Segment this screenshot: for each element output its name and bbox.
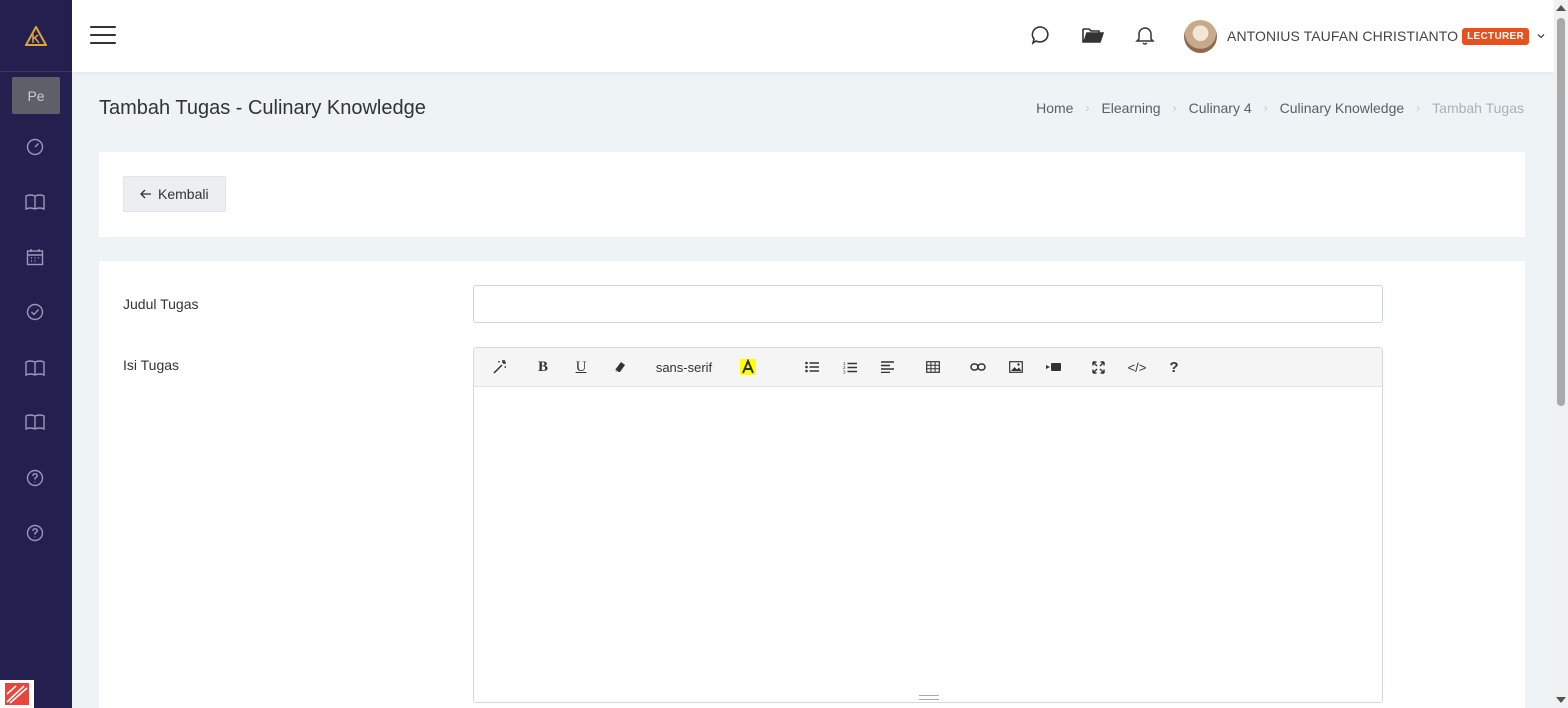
chevron-right-icon: › <box>1085 101 1090 115</box>
help-icon[interactable] <box>24 467 46 489</box>
sidebar: Pe <box>0 0 72 708</box>
font-family-select[interactable]: sans-serif <box>654 356 714 378</box>
editor-toolbar: B U sans-serif 123 </> ? <box>474 348 1382 387</box>
link-icon[interactable] <box>968 356 988 378</box>
fullscreen-icon[interactable] <box>1088 356 1108 378</box>
chevron-down-icon[interactable] <box>1537 32 1545 40</box>
scroll-down-icon[interactable] <box>1556 697 1566 703</box>
actions-card: Kembali <box>99 152 1525 237</box>
check-circle-icon[interactable] <box>24 301 46 323</box>
align-icon[interactable] <box>878 356 898 378</box>
book-icon[interactable] <box>24 357 46 379</box>
eraser-icon[interactable] <box>611 356 629 378</box>
magic-icon[interactable] <box>490 356 510 378</box>
app-logo[interactable] <box>0 0 72 72</box>
title-label: Judul Tugas <box>123 296 199 312</box>
folder-icon[interactable] <box>1082 24 1104 46</box>
video-icon[interactable] <box>1044 356 1064 378</box>
title-input[interactable] <box>473 285 1383 323</box>
breadcrumb-course[interactable]: Culinary Knowledge <box>1280 100 1405 116</box>
underline-icon[interactable]: U <box>572 356 590 378</box>
svg-text:3: 3 <box>843 369 846 374</box>
back-button-label: Kembali <box>158 186 209 202</box>
chevron-right-icon: › <box>1172 101 1177 115</box>
back-button[interactable]: Kembali <box>123 176 226 212</box>
page-scrollbar[interactable] <box>1554 0 1568 708</box>
dashboard-icon[interactable] <box>24 136 46 158</box>
content-label: Isi Tugas <box>123 357 180 373</box>
bell-icon[interactable] <box>1134 24 1156 46</box>
editor-resize-handle[interactable] <box>919 695 939 700</box>
help-icon[interactable] <box>24 522 46 544</box>
highlight-icon[interactable] <box>738 356 758 378</box>
topbar: ANTONIUS TAUFAN CHRISTIANTO LECTURER <box>72 0 1554 72</box>
numbered-list-icon[interactable]: 123 <box>840 356 860 378</box>
scroll-up-icon[interactable] <box>1556 5 1566 11</box>
scrollbar-thumb[interactable] <box>1557 18 1565 406</box>
chat-icon[interactable] <box>1030 24 1052 46</box>
sidebar-profile-initials[interactable]: Pe <box>12 77 60 114</box>
breadcrumb-home[interactable]: Home <box>1036 100 1073 116</box>
arrow-left-icon <box>140 189 151 199</box>
breadcrumb-class[interactable]: Culinary 4 <box>1189 100 1252 116</box>
book-icon[interactable] <box>24 191 46 213</box>
bullet-list-icon[interactable] <box>802 356 822 378</box>
code-view-icon[interactable]: </> <box>1125 356 1149 378</box>
breadcrumb-elearning[interactable]: Elearning <box>1101 100 1160 116</box>
user-menu[interactable]: ANTONIUS TAUFAN CHRISTIANTO LECTURER <box>1184 18 1545 54</box>
image-icon[interactable] <box>1006 356 1026 378</box>
chevron-right-icon: › <box>1263 101 1268 115</box>
breadcrumb-current: Tambah Tugas <box>1432 100 1524 116</box>
avatar[interactable] <box>1184 19 1217 53</box>
role-badge: LECTURER <box>1462 27 1529 45</box>
editor-content-area[interactable] <box>474 387 1382 694</box>
app-badge-icon[interactable] <box>0 680 34 708</box>
user-name: ANTONIUS TAUFAN CHRISTIANTO <box>1227 28 1459 44</box>
calendar-icon[interactable] <box>24 246 46 268</box>
form-card: Judul Tugas Isi Tugas B U sans-serif 123 <box>99 261 1525 708</box>
book-icon[interactable] <box>24 411 46 433</box>
table-icon[interactable] <box>923 356 943 378</box>
chevron-right-icon: › <box>1416 101 1421 115</box>
breadcrumb: Home › Elearning › Culinary 4 › Culinary… <box>1036 100 1524 116</box>
menu-toggle-icon[interactable] <box>90 26 116 46</box>
rich-text-editor: B U sans-serif 123 </> ? <box>473 347 1383 703</box>
page-title: Tambah Tugas - Culinary Knowledge <box>99 97 426 119</box>
help-icon[interactable]: ? <box>1164 356 1184 378</box>
bold-icon[interactable]: B <box>534 356 552 378</box>
